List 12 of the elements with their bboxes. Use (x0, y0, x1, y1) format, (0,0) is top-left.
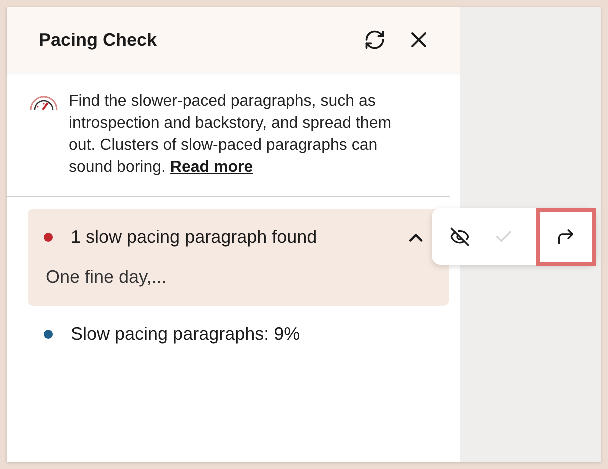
arrow-icon (556, 226, 576, 246)
go-to-button[interactable] (536, 208, 596, 266)
refresh-icon (364, 29, 386, 51)
result-label: 1 slow pacing paragraph found (71, 227, 318, 248)
panel-title: Pacing Check (39, 30, 158, 50)
eye-off-icon (450, 226, 470, 246)
read-more-link[interactable]: Read more (170, 159, 254, 176)
result-label: Slow pacing paragraphs: 9% (71, 324, 302, 345)
intro-text: Find the slower-paced paragraphs, such as introspection and backstory, and spread them out. Clusters of slow-paced paragraphs can sound boring. Read more (69, 92, 393, 178)
refresh-button[interactable] (364, 29, 386, 51)
speedometer-icon (29, 95, 59, 111)
paragraph-excerpt: One fine day,... (46, 267, 168, 288)
